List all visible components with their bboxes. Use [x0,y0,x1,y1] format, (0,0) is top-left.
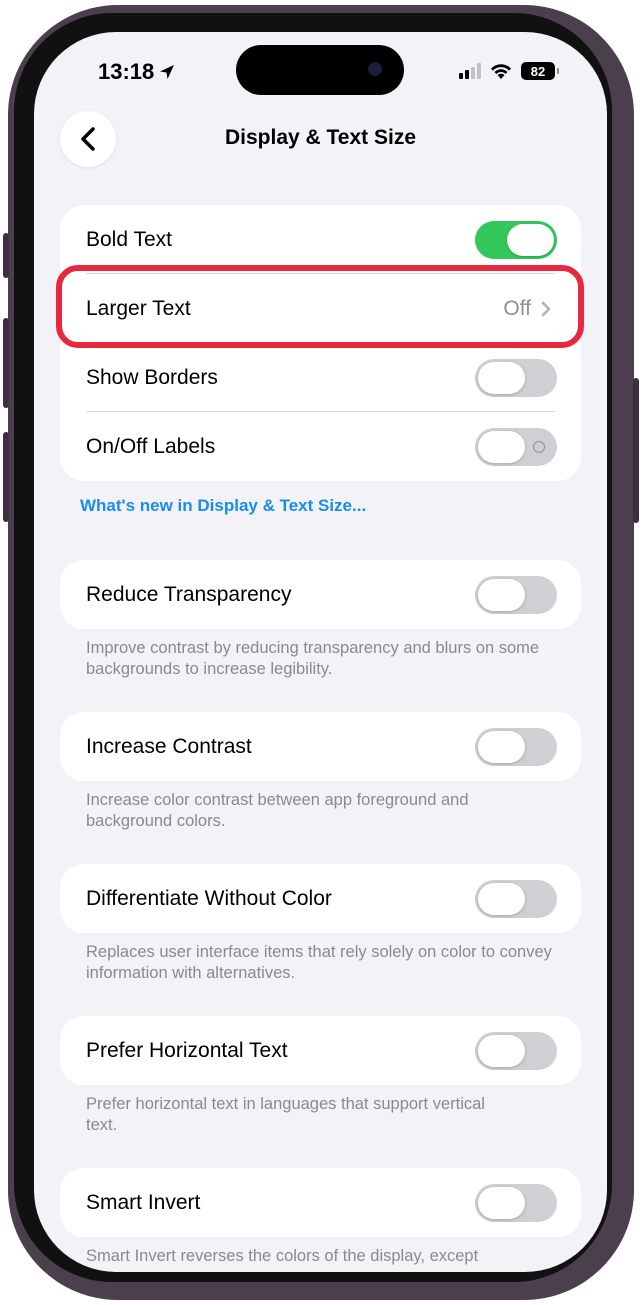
show-borders-row: Show Borders [60,343,581,412]
prefer-horizontal-text-label: Prefer Horizontal Text [86,1038,288,1062]
chevron-right-icon [541,301,551,316]
text-options-group: Bold Text Larger Text Off Show Borders O… [60,205,581,481]
prefer-horizontal-text-toggle[interactable] [475,1031,557,1070]
smart-invert-description: Smart Invert reverses the colors of the … [86,1247,479,1265]
bold-text-label: Bold Text [86,227,172,251]
differentiate-without-color-row: Differentiate Without Color [60,864,581,933]
larger-text-row[interactable]: Larger Text Off [60,274,581,343]
reduce-transparency-label: Reduce Transparency [86,582,292,606]
bold-text-row: Bold Text [60,205,581,274]
show-borders-toggle[interactable] [475,358,557,397]
increase-contrast-label: Increase Contrast [86,734,252,758]
differentiate-without-color-label: Differentiate Without Color [86,886,332,910]
status-time-text: 13:18 [98,59,155,84]
battery-level: 82 [530,63,546,79]
screen: 13:18 82 Display & Text Size Bold Text L… [34,32,607,1272]
location-arrow-icon [160,65,175,79]
increase-contrast-group: Increase Contrast [60,712,581,781]
wifi-icon [491,64,511,79]
on-off-labels-toggle[interactable] [475,427,557,466]
prefer-horizontal-text-row: Prefer Horizontal Text [60,1016,581,1085]
action-button [3,233,9,278]
reduce-transparency-description: Improve contrast by reducing transparenc… [86,639,540,678]
reduce-transparency-group: Reduce Transparency [60,560,581,629]
smart-invert-row: Smart Invert [60,1168,581,1237]
status-time: 13:18 [98,59,176,85]
reduce-transparency-toggle[interactable] [475,575,557,614]
differentiate-without-color-toggle[interactable] [475,879,557,918]
increase-contrast-row: Increase Contrast [60,712,581,781]
smart-invert-group: Smart Invert [60,1168,581,1237]
smart-invert-toggle[interactable] [475,1183,557,1222]
camera-icon [368,62,382,76]
increase-contrast-description: Increase color contrast between app fore… [86,791,469,830]
cellular-signal-icon [459,63,481,79]
prefer-horizontal-text-description: Prefer horizontal text in languages that… [86,1095,485,1134]
volume-down-button [3,432,9,522]
volume-up-button [3,318,9,408]
on-off-labels-row: On/Off Labels [60,412,581,481]
show-borders-label: Show Borders [86,365,218,389]
status-indicators: 82 [459,62,559,80]
bold-text-toggle[interactable] [475,220,557,259]
side-button [633,378,639,523]
on-off-labels-label: On/Off Labels [86,434,216,458]
larger-text-value-text: Off [503,296,531,320]
increase-contrast-toggle[interactable] [475,727,557,766]
larger-text-value: Off [503,297,551,321]
reduce-transparency-row: Reduce Transparency [60,560,581,629]
larger-text-label: Larger Text [86,296,191,320]
whats-new-link[interactable]: What's new in Display & Text Size... [80,496,366,516]
differentiate-without-color-group: Differentiate Without Color [60,864,581,933]
battery-icon: 82 [521,62,559,80]
page-title: Display & Text Size [224,126,416,149]
differentiate-without-color-description: Replaces user interface items that rely … [86,943,552,982]
smart-invert-label: Smart Invert [86,1190,201,1214]
prefer-horizontal-text-group: Prefer Horizontal Text [60,1016,581,1085]
